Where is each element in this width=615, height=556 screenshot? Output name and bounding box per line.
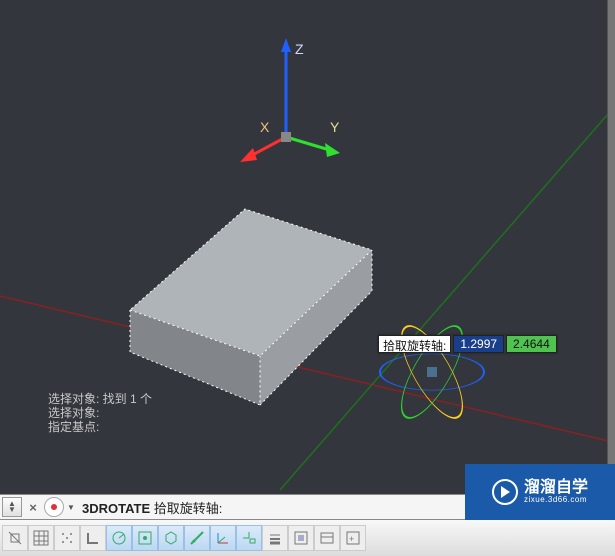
viewport-scrollbar[interactable] xyxy=(607,0,615,494)
tooltip-label: 拾取旋转轴: xyxy=(378,335,451,353)
command-name: 3DROTATE xyxy=(82,501,150,516)
coord-tooltip: 拾取旋转轴: 1.2997 2.4644 xyxy=(378,335,557,353)
cmd-history-line: 选择对象: xyxy=(48,406,152,420)
sb-otrack-btn[interactable] xyxy=(184,525,210,551)
axis-y-label: Y xyxy=(330,119,340,135)
cmd-history-line: 选择对象: 找到 1 个 xyxy=(48,392,152,406)
sb-3dosnap-btn[interactable] xyxy=(158,525,184,551)
sb-lwt-btn[interactable] xyxy=(262,525,288,551)
cmd-recent-icon[interactable] xyxy=(44,497,64,517)
sb-dyn-btn[interactable] xyxy=(236,525,262,551)
sb-osnap-btn[interactable] xyxy=(132,525,158,551)
sb-grid-btn[interactable] xyxy=(28,525,54,551)
svg-text:+: + xyxy=(349,534,354,544)
sb-infer-btn[interactable] xyxy=(2,525,28,551)
cmd-dropdown-icon[interactable]: ▼ xyxy=(66,503,76,512)
command-prompt: 拾取旋转轴: xyxy=(154,501,223,516)
cmd-history-scroll[interactable]: ▲▼ xyxy=(2,497,22,517)
site-watermark[interactable]: 溜溜自学 zixue.3d66.com xyxy=(465,464,615,520)
axis-x-label: X xyxy=(260,119,270,135)
tooltip-coord-y: 2.4644 xyxy=(506,335,557,353)
tooltip-coord-x: 1.2997 xyxy=(453,335,504,353)
status-bar: + xyxy=(0,520,615,556)
axis-z-label: Z xyxy=(295,41,304,57)
cmd-close-icon[interactable]: × xyxy=(24,498,42,516)
play-icon xyxy=(492,479,518,505)
sb-tpy-btn[interactable] xyxy=(288,525,314,551)
watermark-title: 溜溜自学 xyxy=(524,480,588,496)
command-history: 选择对象: 找到 1 个 选择对象: 指定基点: xyxy=(48,392,152,434)
watermark-url: zixue.3d66.com xyxy=(524,496,588,504)
sb-snap-btn[interactable] xyxy=(54,525,80,551)
cmd-history-line: 指定基点: xyxy=(48,420,152,434)
sb-polar-btn[interactable] xyxy=(106,525,132,551)
sb-qp-btn[interactable] xyxy=(314,525,340,551)
sb-sc-btn[interactable]: + xyxy=(340,525,366,551)
sb-ducs-btn[interactable] xyxy=(210,525,236,551)
viewport[interactable]: Z X Y 拾取旋转轴: 1.2997 2.4644 选择对象: 找到 1 个 … xyxy=(0,0,615,494)
sb-ortho-btn[interactable] xyxy=(80,525,106,551)
